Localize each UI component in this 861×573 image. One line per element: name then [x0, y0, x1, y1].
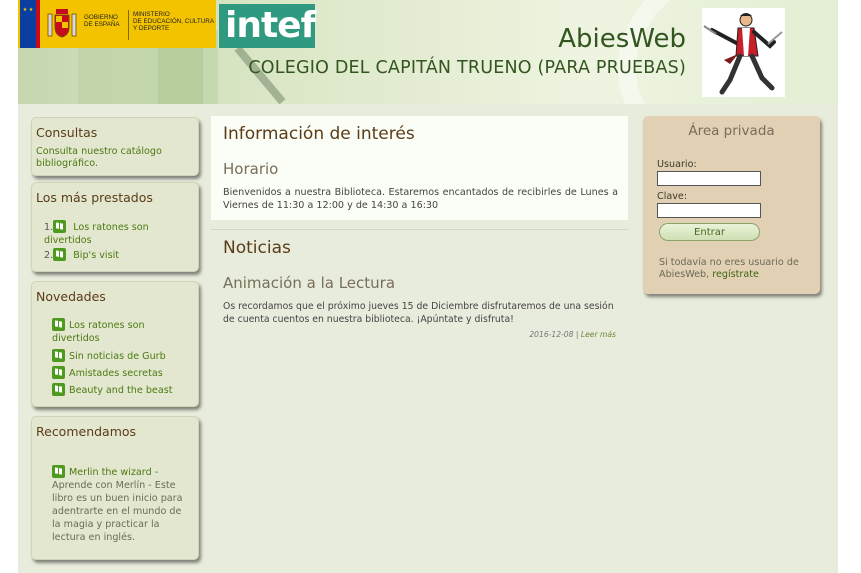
- book-link[interactable]: Amistades secretas: [69, 368, 163, 379]
- read-more-link[interactable]: Leer más: [581, 330, 616, 339]
- book-icon: [52, 465, 65, 478]
- list-item: Beauty and the beast: [52, 383, 192, 397]
- username-input[interactable]: [657, 171, 761, 186]
- catalog-link[interactable]: Consulta nuestro catálogo bibliográfico.: [32, 140, 190, 170]
- book-icon: [53, 248, 67, 261]
- list-item: Los ratones son divertidos: [52, 318, 192, 345]
- block-title: Consultas: [36, 125, 98, 140]
- block-consultas: Consultas Consulta nuestro catálogo bibl…: [31, 117, 199, 176]
- news-title[interactable]: Animación a la Lectura: [223, 274, 395, 292]
- list-number: 1.: [44, 222, 54, 233]
- news-text: Os recordamos que el próximo jueves 15 d…: [223, 301, 614, 325]
- spain-flag-icon: [36, 0, 40, 48]
- government-label: GOBIERNO DE ESPAÑA: [84, 14, 120, 28]
- list-number: 2.: [44, 250, 54, 261]
- list-item: Sin noticias de Gurb: [52, 349, 192, 363]
- book-icon: [52, 318, 65, 331]
- news-date: 2016-12-08: [529, 330, 574, 339]
- site-header: GOBIERNO DE ESPAÑA MINISTERIO DE EDUCACI…: [18, 0, 838, 104]
- login-button[interactable]: Entrar: [659, 223, 760, 241]
- captain-trueno-mascot: [702, 8, 785, 97]
- government-logo[interactable]: GOBIERNO DE ESPAÑA MINISTERIO DE EDUCACI…: [18, 0, 216, 48]
- page: GOBIERNO DE ESPAÑA MINISTERIO DE EDUCACI…: [18, 0, 838, 573]
- spain-coat-of-arms-icon: [47, 9, 77, 38]
- register-link[interactable]: regístrate: [712, 269, 759, 280]
- site-name: AbiesWeb: [558, 24, 686, 54]
- book-link[interactable]: Merlin the wizard: [69, 467, 152, 478]
- section-divider: [211, 229, 628, 230]
- eu-flag-icon: [20, 0, 36, 48]
- register-text: Si todavía no eres usuario de AbiesWeb, …: [659, 257, 814, 281]
- block-mas-prestados: Los más prestados 1. Los ratones son div…: [31, 182, 199, 272]
- meta-separator: |: [573, 330, 581, 339]
- schedule-title: Horario: [223, 160, 279, 178]
- block-recomendamos: Recomendamos Merlin the wizard - Aprende…: [31, 416, 199, 560]
- section-title: Información de interés: [223, 124, 415, 144]
- password-input[interactable]: [657, 203, 761, 218]
- recommendation-description: - Aprende con Merlín - Este libro es un …: [52, 467, 183, 543]
- block-title: Novedades: [36, 289, 106, 304]
- schedule-text: Bienvenidos a nuestra Biblioteca. Estare…: [223, 187, 618, 211]
- info-panel: Información de interés Horario Bienvenid…: [211, 116, 628, 220]
- login-panel: Área privada Usuario: Clave: Entrar Si t…: [643, 116, 820, 294]
- book-link[interactable]: Bip's visit: [73, 250, 119, 261]
- ministry-label: MINISTERIO DE EDUCACIÓN, CULTURA Y DEPOR…: [133, 11, 215, 32]
- book-icon: [52, 366, 65, 379]
- news-section-title: Noticias: [223, 238, 291, 258]
- book-icon: [53, 220, 67, 233]
- password-label: Clave:: [657, 191, 688, 202]
- list-item: 1. Los ratones son divertidos: [44, 220, 194, 247]
- list-item: 2. Bip's visit: [44, 248, 194, 262]
- intef-logo-text: intef: [225, 5, 316, 46]
- block-title: Los más prestados: [36, 190, 153, 205]
- school-name: COLEGIO DEL CAPITÁN TRUENO (PARA PRUEBAS…: [248, 58, 686, 78]
- username-label: Usuario:: [657, 159, 697, 170]
- intef-logo[interactable]: intef: [219, 4, 316, 48]
- book-icon: [52, 349, 65, 362]
- list-item: Amistades secretas: [52, 366, 192, 380]
- book-link[interactable]: Los ratones son divertidos: [52, 320, 145, 344]
- block-title: Recomendamos: [36, 424, 137, 439]
- news-meta: 2016-12-08 | Leer más: [318, 330, 616, 339]
- block-novedades: Novedades Los ratones son divertidos Sin…: [31, 281, 199, 407]
- recommendation: Merlin the wizard - Aprende con Merlín -…: [52, 465, 192, 544]
- login-title: Área privada: [688, 123, 775, 139]
- book-link[interactable]: Sin noticias de Gurb: [69, 351, 166, 362]
- book-link[interactable]: Beauty and the beast: [69, 385, 172, 396]
- book-icon: [52, 383, 65, 396]
- logo-divider: [128, 10, 129, 40]
